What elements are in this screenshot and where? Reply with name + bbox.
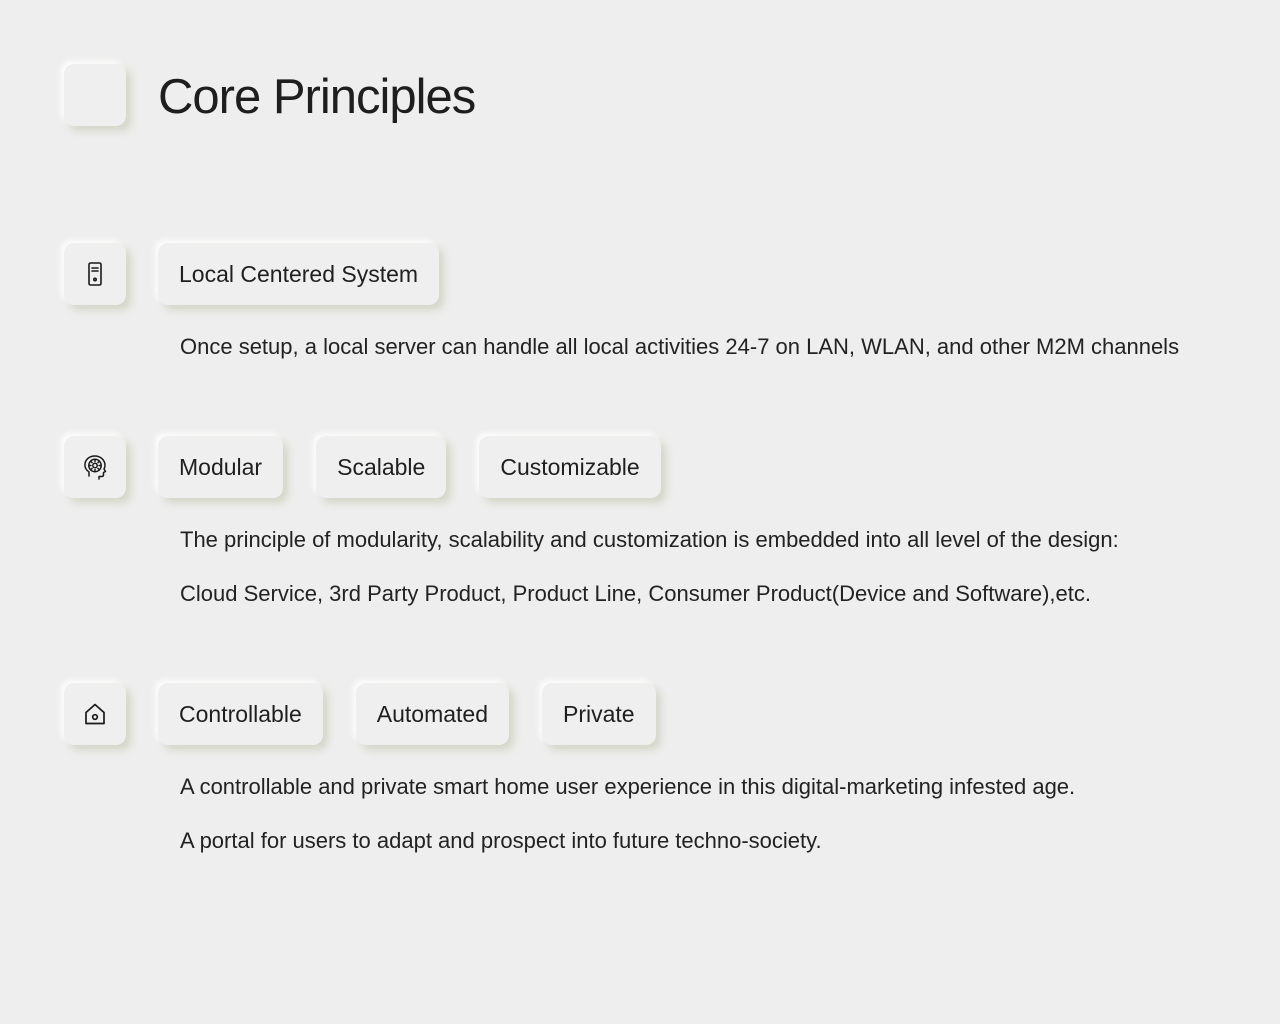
tag-local-centered-system: Local Centered System: [158, 243, 440, 305]
section-3-description-line-1: A controllable and private smart home us…: [180, 774, 1076, 799]
tag-scalable: Scalable: [316, 436, 447, 498]
section-2-tags: Modular Scalable Customizable: [158, 436, 661, 498]
tag-customizable: Customizable: [479, 436, 661, 498]
section-3-tags: Controllable Automated Private: [158, 683, 656, 745]
title-placeholder-box: [64, 64, 126, 126]
tag-modular: Modular: [158, 436, 284, 498]
section-3-description-line-2: A portal for users to adapt and prospect…: [180, 828, 822, 853]
home-icon: [64, 683, 126, 745]
section-2-description-line-2: Cloud Service, 3rd Party Product, Produc…: [180, 581, 1091, 606]
section-2-description-line-1: The principle of modularity, scalability…: [180, 527, 1119, 552]
tag-automated: Automated: [355, 683, 509, 745]
server-icon: [64, 243, 126, 305]
tag-private: Private: [542, 683, 656, 745]
section-1-description: Once setup, a local server can handle al…: [180, 334, 1180, 359]
page-title: Core Principles: [158, 70, 476, 124]
core-principles-page: Core Principles Local Centered System On…: [0, 0, 1280, 1024]
head-gear-icon: [64, 436, 126, 498]
tag-controllable: Controllable: [158, 683, 323, 745]
section-1-tags: Local Centered System: [158, 243, 440, 305]
